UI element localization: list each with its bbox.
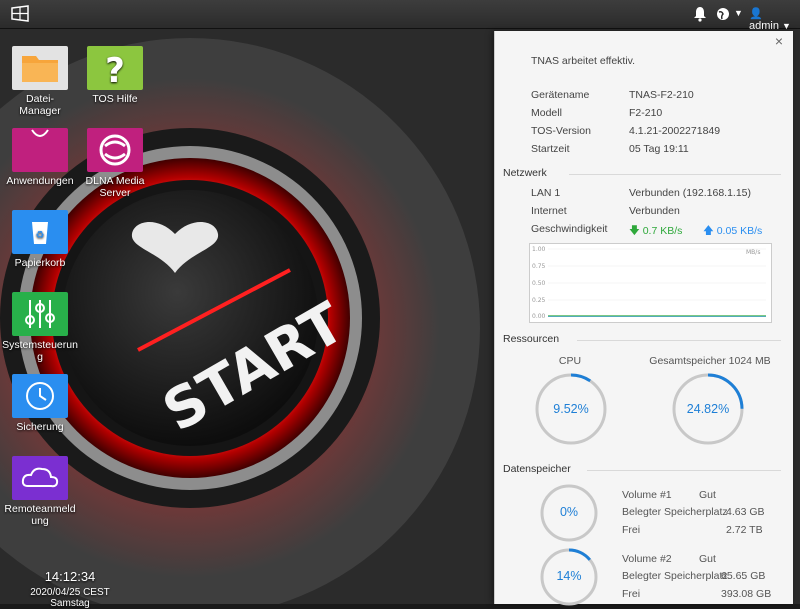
dlna-icon — [87, 128, 143, 172]
windows-start-icon[interactable] — [10, 5, 30, 23]
volume2-percent: 14% — [556, 569, 582, 583]
download-speed: 🡇 0.7 KB/s — [629, 223, 682, 241]
device-info-value: F2-210 — [629, 107, 663, 119]
shopping-bag-icon — [12, 128, 68, 172]
top-bar: ▼ 👤admin ▼ — [0, 0, 800, 32]
volume1-status: Gut — [699, 489, 716, 501]
desktop-icon-label: Papierkorb — [14, 257, 66, 269]
desktop-icon-label: Remoteanmeldung — [4, 503, 76, 527]
volume1-used: 4.63 GB — [726, 506, 765, 518]
volume1-used-key: Belegter Speicherplatz — [622, 506, 728, 518]
question-icon: ? — [87, 46, 143, 91]
volume1-free-key: Frei — [622, 524, 641, 536]
section-storage: Datenspeicher — [503, 463, 785, 475]
desktop-icon-backup[interactable]: Sicherung — [2, 374, 78, 433]
download-speed-value: 0.7 KB/s — [642, 225, 683, 237]
cloud-icon — [12, 456, 68, 500]
chart-tick-label: 0.75 — [532, 263, 546, 270]
desktop-icon-control-panel[interactable]: Systemsteuerung — [2, 292, 78, 363]
volume1-free: 2.72 TB — [726, 524, 763, 536]
volume1-name: Volume #1 — [622, 489, 672, 501]
desktop-icon-dlna[interactable]: DLNA Media Server — [77, 128, 153, 199]
divider — [569, 174, 781, 175]
arrow-down-icon: 🡇 — [629, 225, 640, 237]
desktop-icon-applications[interactable]: Anwendungen — [2, 128, 78, 187]
desktop-icon-label: DLNA Media Server — [85, 175, 145, 199]
bell-icon[interactable] — [693, 6, 707, 22]
desktop-icon-label: Systemsteuerung — [2, 339, 78, 363]
section-network: Netzwerk — [503, 167, 785, 179]
network-value: Verbunden (192.168.1.15) — [629, 187, 752, 199]
memory-label: Gesamtspeicher 1024 MB — [649, 355, 771, 367]
clock-date: 2020/04/25 CEST Samstag — [30, 587, 110, 609]
volume2-free-key: Frei — [622, 588, 641, 600]
desktop-icon-label: Sicherung — [16, 421, 64, 433]
system-status-panel: × TNAS arbeitet effektiv. Gerätename TNA… — [494, 31, 793, 606]
chart-tick-label: 0.25 — [532, 297, 546, 304]
sliders-icon — [12, 292, 68, 336]
memory-value: 24.82% — [686, 402, 730, 416]
divider — [577, 340, 781, 341]
divider — [587, 470, 781, 471]
volume1-percent: 0% — [559, 505, 579, 519]
user-icon: 👤 — [749, 8, 763, 20]
device-info-value: 4.1.21-2002271849 — [629, 125, 721, 137]
desktop-icon-tos-help[interactable]: ? TOS Hilfe — [77, 46, 153, 105]
volume2-free: 393.08 GB — [721, 588, 772, 600]
desktop-icon-label: TOS Hilfe — [92, 93, 138, 105]
device-info-key: TOS-Version — [531, 125, 591, 137]
cpu-label: CPU — [558, 355, 582, 367]
device-info-value: 05 Tag 19:11 — [629, 143, 689, 155]
desktop-icon-trash[interactable]: ♻ Papierkorb — [2, 210, 78, 269]
svg-text:?: ? — [105, 51, 125, 90]
svg-text:♻: ♻ — [36, 230, 45, 241]
network-value: Verbunden — [629, 205, 680, 217]
chart-tick-label: 0.00 — [532, 313, 546, 320]
globe-icon[interactable] — [716, 7, 730, 24]
section-title: Ressourcen — [503, 333, 560, 345]
section-resources: Ressourcen — [503, 333, 785, 345]
network-speed-chart: 1.00 0.75 0.50 0.25 0.00 MB/s — [529, 243, 772, 323]
chart-tick-label: 1.00 — [532, 246, 546, 253]
trash-icon: ♻ — [12, 210, 68, 254]
desktop-icon-label: Anwendungen — [6, 175, 74, 187]
device-info-key: Gerätename — [531, 89, 590, 101]
device-info-value: TNAS-F2-210 — [629, 89, 694, 101]
volume2-used: 65.65 GB — [721, 570, 766, 582]
network-key: Geschwindigkeit — [531, 223, 608, 235]
clock-time: 14:12:34 — [44, 569, 96, 584]
volume2-status: Gut — [699, 553, 716, 565]
desktop-icon-label: Datei- Manager — [19, 93, 61, 117]
device-info-key: Modell — [531, 107, 562, 119]
close-icon[interactable]: × — [775, 33, 783, 49]
chevron-down-icon: ▼ — [781, 21, 791, 31]
device-info-key: Startzeit — [531, 143, 570, 155]
upload-speed-value: 0.05 KB/s — [716, 225, 763, 237]
desktop-icon-remote-login[interactable]: Remoteanmeldung — [2, 456, 78, 527]
upload-speed: 🡅 0.05 KB/s — [703, 223, 762, 241]
desktop-icon-file-manager[interactable]: Datei- Manager — [2, 46, 78, 117]
section-title: Netzwerk — [503, 167, 547, 179]
clock-back-icon — [12, 374, 68, 418]
folder-icon — [12, 46, 68, 90]
volume2-name: Volume #2 — [622, 553, 672, 565]
chart-tick-label: 0.50 — [532, 280, 546, 287]
arrow-up-icon: 🡅 — [703, 225, 714, 237]
network-key: Internet — [531, 205, 567, 217]
cpu-value: 9.52% — [553, 402, 589, 416]
network-key: LAN 1 — [531, 187, 561, 199]
chart-unit-label: MB/s — [746, 249, 760, 256]
language-dropdown-caret-icon[interactable]: ▼ — [734, 8, 743, 18]
section-title: Datenspeicher — [503, 463, 571, 475]
user-menu[interactable]: 👤admin ▼ — [749, 7, 800, 32]
desktop-clock: 14:12:34 2020/04/25 CEST Samstag — [10, 569, 130, 609]
volume2-used-key: Belegter Speicherplatz — [622, 570, 728, 582]
status-message: TNAS arbeitet effektiv. — [531, 55, 636, 67]
